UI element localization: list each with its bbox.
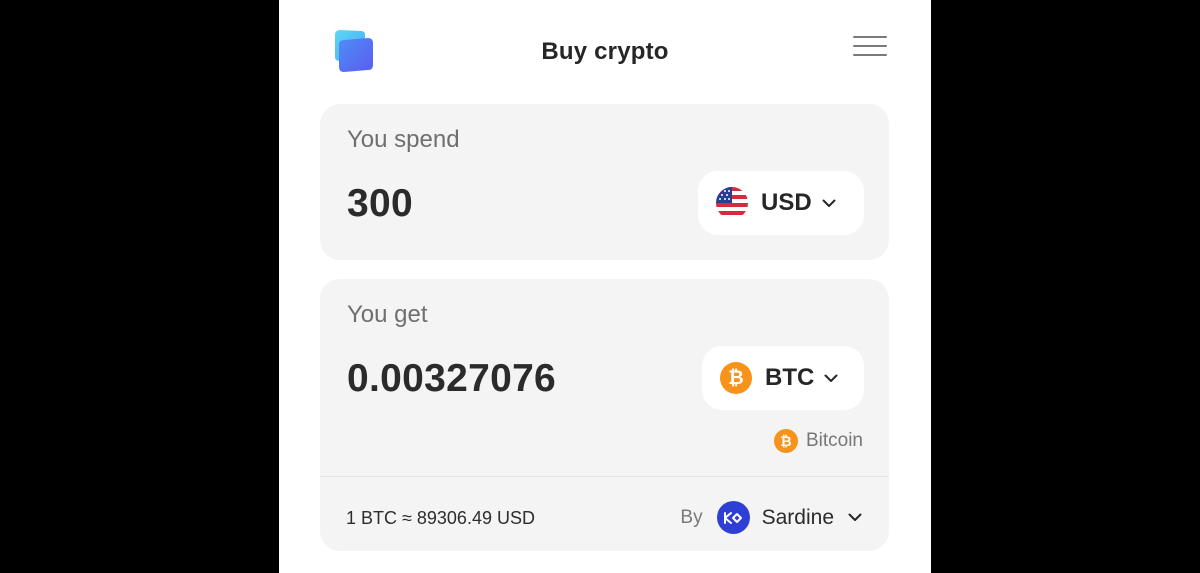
bitcoin-icon: ₿ [773,429,798,453]
get-currency-code: BTC [765,364,815,391]
top-bar: Buy crypto [279,0,931,100]
spend-amount-input[interactable]: 300 [347,182,413,226]
exchange-rate: 1 BTC ≈ 89306.49 USD [346,508,535,528]
hamburger-menu-icon [853,36,887,56]
menu-button[interactable] [853,36,887,62]
page-title: Buy crypto [541,38,669,65]
network-name: Bitcoin [805,430,863,451]
provider-name: Sardine [761,505,834,529]
get-label: You get [347,301,428,328]
us-flag-icon [716,187,748,219]
spend-currency-selector[interactable]: USD [698,171,864,235]
by-label: By [680,506,703,528]
screen: Buy crypto You spend 300 USD You get 0.0… [0,0,1200,573]
buy-crypto-panel: Buy crypto You spend 300 USD You get 0.0… [279,0,931,573]
chevron-down-icon [848,513,862,521]
get-currency-selector[interactable]: ₿ BTC [702,346,864,410]
chevron-down-icon [822,199,836,207]
bitcoin-icon: ₿ [720,362,752,394]
provider-selector[interactable]: By Sardine [680,501,862,534]
chevron-down-icon [824,374,838,382]
spend-card: You spend 300 USD [320,104,889,260]
sardine-logo-icon [716,501,750,534]
network-label: ₿ Bitcoin [773,429,863,453]
get-card: You get 0.00327076 ₿ BTC ₿ Bitcoin 1 BTC… [320,279,889,551]
spend-label: You spend [347,126,460,153]
spend-currency-code: USD [761,189,812,216]
get-amount: 0.00327076 [347,357,557,400]
divider [320,476,889,477]
